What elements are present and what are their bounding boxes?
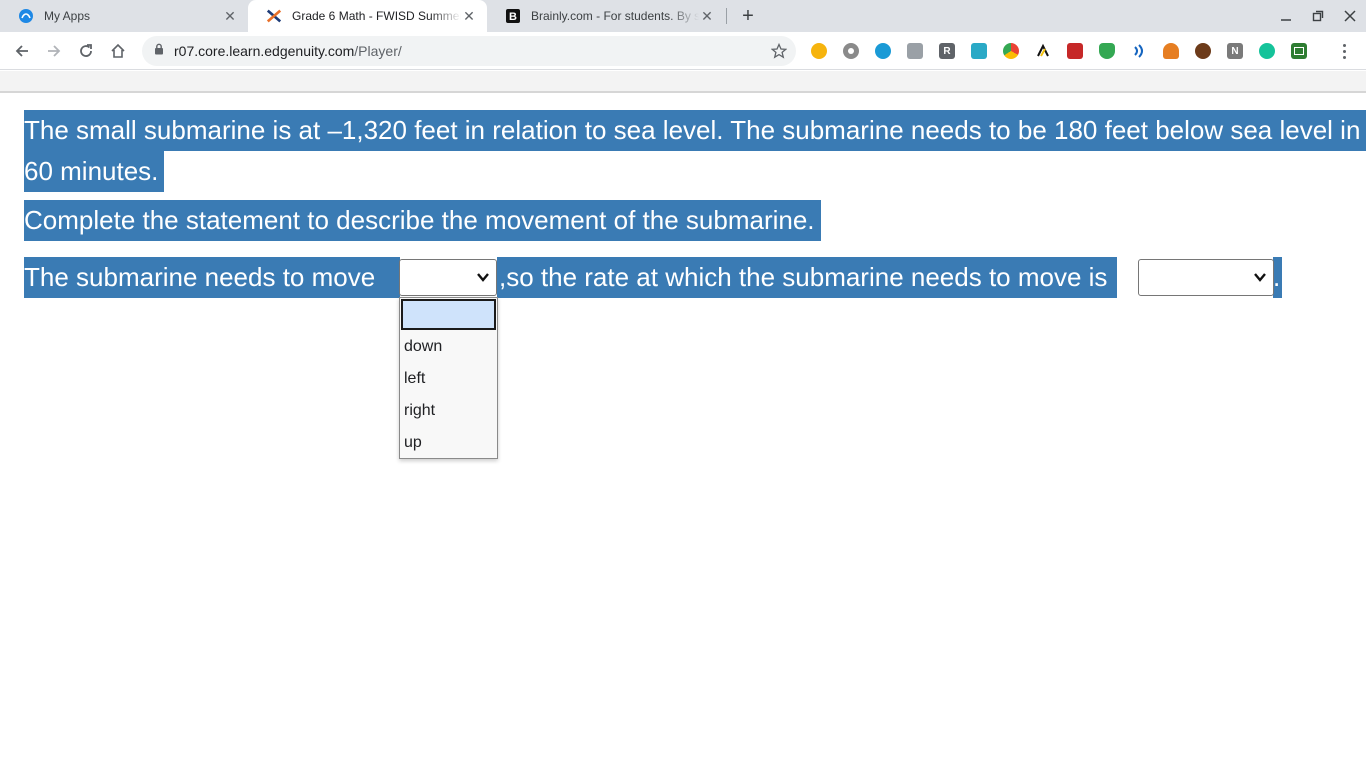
question-text-line1: The small submarine is at –1,320 feet in… [24,110,1366,151]
question-content: The small submarine is at –1,320 feet in… [0,93,1366,768]
grammarly-extension-icon[interactable] [1259,43,1275,59]
shield-blue-extension-icon[interactable] [875,43,891,59]
reload-icon[interactable] [72,37,100,65]
r-extension-icon[interactable]: R [939,43,955,59]
option-down[interactable]: down [400,331,497,363]
forward-arrow-icon[interactable] [40,37,68,65]
url-text: r07.core.learn.edgenuity.com/Player/ [174,43,402,59]
prompt-text: Complete the statement to describe the m… [24,200,821,241]
browser-toolbar: r07.core.learn.edgenuity.com/Player/ [0,32,1366,70]
close-tab-icon[interactable]: ✕ [699,8,715,24]
sheet-extension-icon[interactable] [1291,43,1307,59]
chevron-down-icon [477,273,489,282]
statement-part2: ,so the rate at which the submarine need… [497,257,1118,298]
caret-extension-icon[interactable] [1035,43,1051,59]
chrome-like-extension-icon[interactable] [1003,43,1019,59]
direction-options-list: down left right up [399,297,498,459]
option-blank[interactable] [401,299,496,330]
option-right[interactable]: right [400,395,497,427]
question-prompt: Complete the statement to describe the m… [24,200,821,241]
url-path: /Player/ [354,43,402,59]
tab-strip: My Apps ✕ Grade 6 Math - FWISD Summer S … [0,0,1366,32]
url-host: r07.core.learn.edgenuity.com [174,43,355,59]
bookmark-star-icon[interactable] [770,42,788,60]
cloud-icon [18,8,34,24]
ghost-extension-icon[interactable] [811,43,827,59]
tab-separator [726,8,727,24]
tab-title: My Apps [44,9,91,23]
tab-title: Brainly.com - For students. By st [531,9,699,23]
question-line-1: The small submarine is at –1,320 feet in… [24,110,1366,151]
option-left[interactable]: left [400,363,497,395]
paw-extension-icon[interactable] [1195,43,1211,59]
tab-title: Grade 6 Math - FWISD Summer S [292,9,461,23]
close-tab-icon[interactable]: ✕ [222,8,238,24]
home-icon[interactable] [104,37,132,65]
statement-line: The submarine needs to move [24,257,400,298]
statement-end: . [1273,257,1283,298]
minimize-icon[interactable] [1270,0,1302,32]
man-extension-icon[interactable] [1163,43,1179,59]
tab-brainly[interactable]: B Brainly.com - For students. By st ✕ [487,0,725,32]
circle-extension-icon[interactable] [843,43,859,59]
back-arrow-icon[interactable] [8,37,36,65]
address-bar[interactable]: r07.core.learn.edgenuity.com/Player/ [142,36,796,66]
statement-line-middle: ,so the rate at which the submarine need… [497,257,1118,298]
red-play-extension-icon[interactable] [1067,43,1083,59]
signal-extension-icon[interactable] [1131,43,1147,59]
question-line-2: 60 minutes. [24,151,165,192]
restore-icon[interactable] [1302,0,1334,32]
cloud-extension-icon[interactable] [971,43,987,59]
page-top-bar [0,71,1366,93]
close-window-icon[interactable] [1334,0,1366,32]
edgenuity-x-icon [266,8,282,24]
tab-my-apps[interactable]: My Apps ✕ [0,0,248,32]
tab-grade6-math[interactable]: Grade 6 Math - FWISD Summer S ✕ [248,0,487,32]
new-tab-plus-icon[interactable]: + [736,4,760,28]
brainly-b-icon: B [505,8,521,24]
svg-text:B: B [509,11,517,23]
direction-dropdown[interactable] [399,259,497,296]
puzzle-gray-extension-icon[interactable] [907,43,923,59]
n-extension-icon[interactable]: N [1227,43,1243,59]
statement-line-end: . [1273,257,1283,298]
question-text-line2: 60 minutes. [24,151,165,192]
option-up[interactable]: up [400,427,497,459]
browser-menu-icon[interactable] [1336,40,1352,62]
lock-icon[interactable] [154,42,164,60]
chevron-down-icon [1254,273,1266,282]
green-shield-extension-icon[interactable] [1099,43,1115,59]
rate-dropdown[interactable] [1138,259,1274,296]
statement-part1: The submarine needs to move [24,257,400,298]
close-tab-icon[interactable]: ✕ [461,8,477,24]
